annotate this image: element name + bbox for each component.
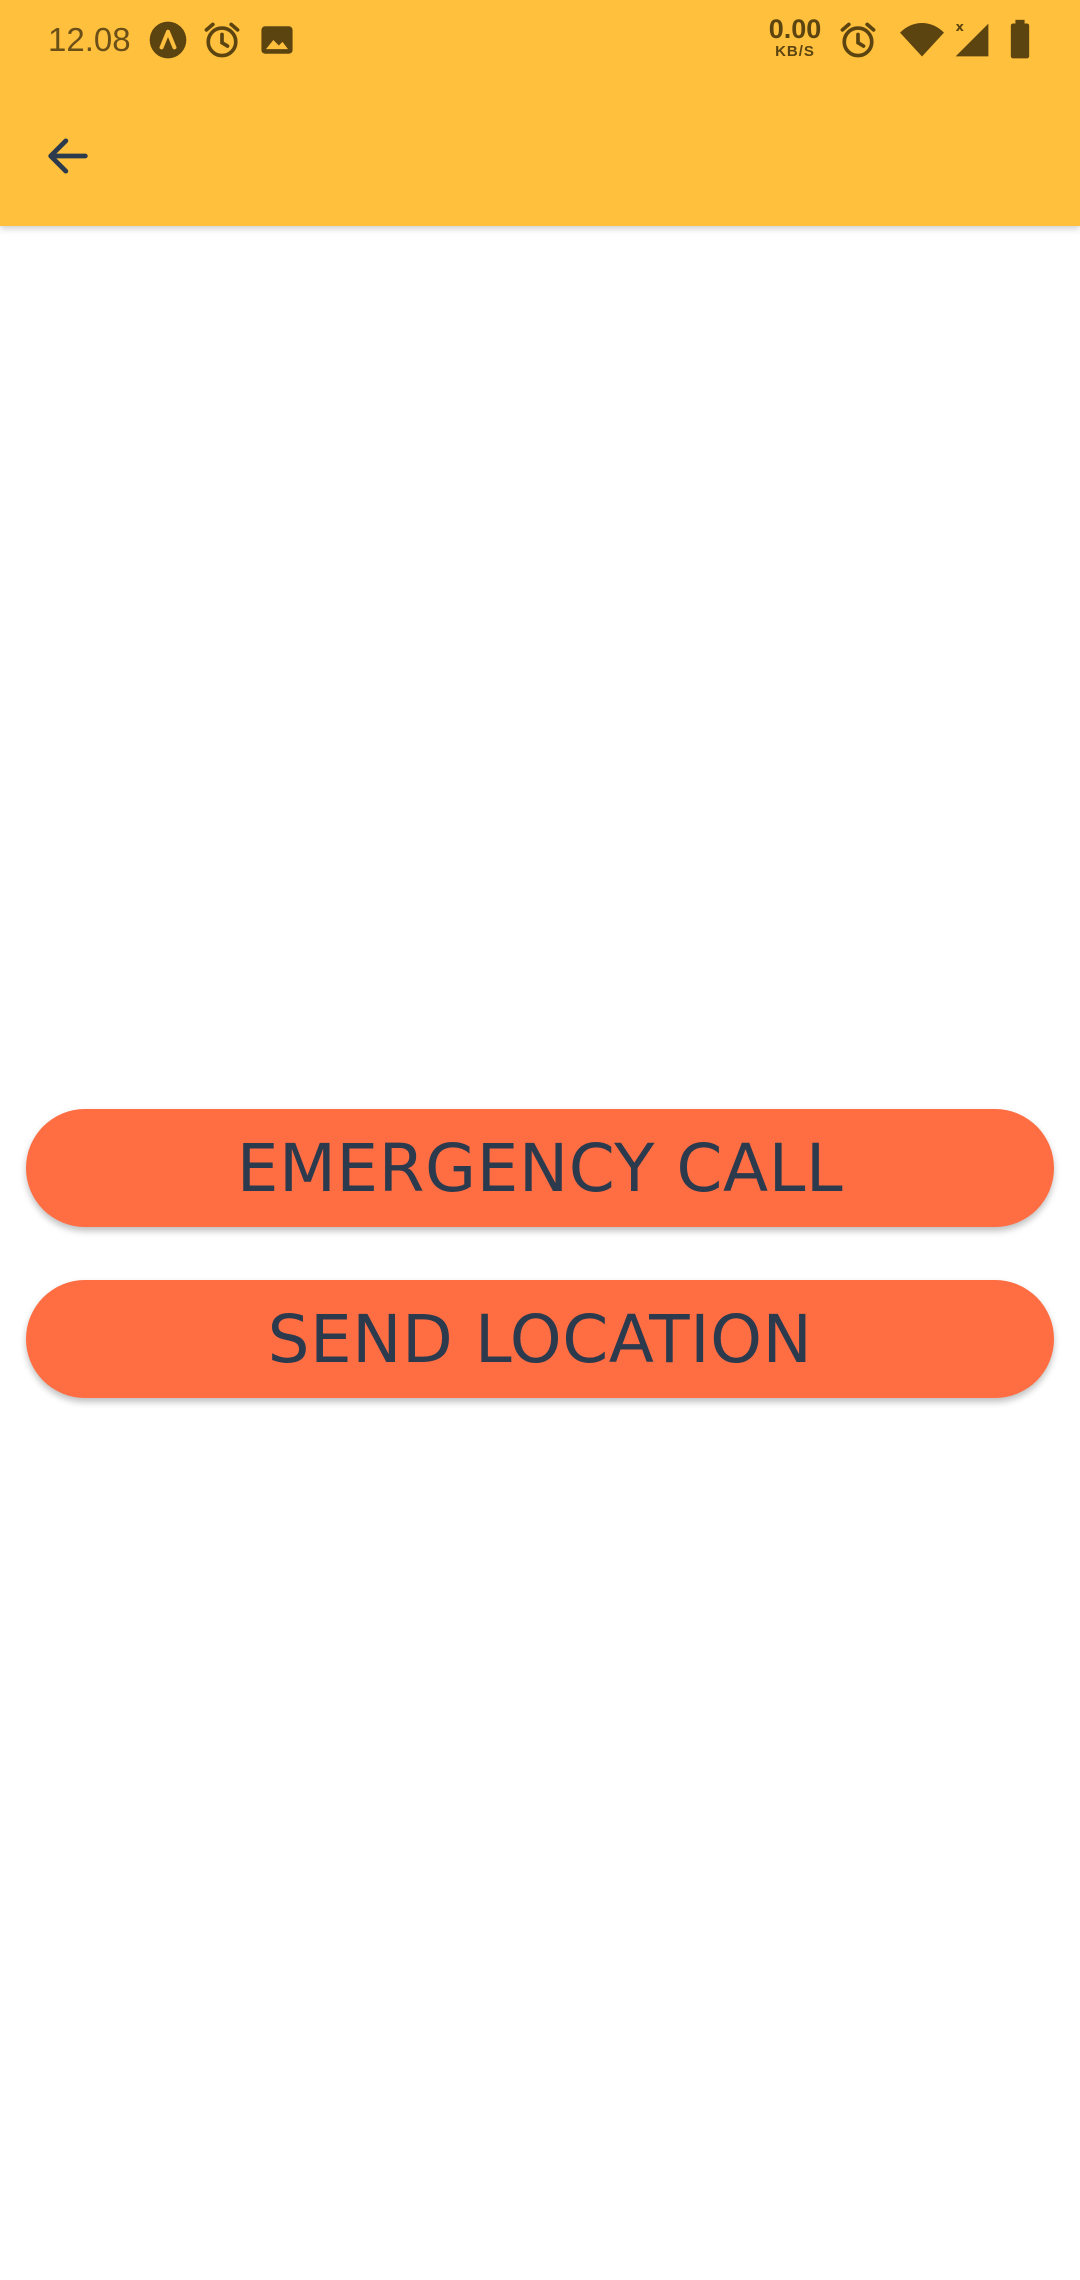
alarm-icon <box>836 18 880 62</box>
send-location-button[interactable]: SEND LOCATION <box>26 1280 1054 1398</box>
send-location-label: SEND LOCATION <box>267 1300 813 1378</box>
signal-icon: x <box>952 18 992 62</box>
status-time: 12.08 <box>48 21 131 58</box>
alarm-icon <box>200 18 244 62</box>
arrow-back-icon <box>48 138 88 174</box>
svg-text:x: x <box>956 19 965 34</box>
app-bar <box>0 80 1080 226</box>
status-bar: 12.08 0.00 KB/S x <box>0 0 1080 80</box>
net-speed-value: 0.00 <box>768 14 822 44</box>
emergency-call-label: EMERGENCY CALL <box>236 1129 844 1207</box>
app-a-icon <box>146 18 190 62</box>
screen: 12.08 0.00 KB/S x EMERGENCY CALL SEND LO… <box>0 0 1080 2280</box>
header: 12.08 0.00 KB/S x <box>0 0 1080 226</box>
battery-icon <box>1002 18 1038 62</box>
back-button[interactable] <box>28 116 108 196</box>
net-speed: 0.00 KB/S <box>762 14 828 60</box>
emergency-call-button[interactable]: EMERGENCY CALL <box>26 1109 1054 1227</box>
image-icon <box>255 18 299 62</box>
wifi-icon <box>896 18 948 62</box>
net-speed-unit: KB/S <box>775 43 815 60</box>
